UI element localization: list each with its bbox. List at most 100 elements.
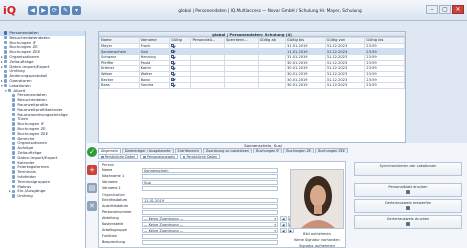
add-icon[interactable]: + [87, 165, 97, 175]
folder-icon [12, 112, 16, 117]
table-row[interactable]: Beas Sandra 30.01.2019 31.12.2023 23:59 [99, 81, 405, 89]
print-icon[interactable]: ▤ [87, 183, 97, 193]
folder-icon [4, 74, 8, 78]
checkbox-icon[interactable] [171, 49, 175, 53]
checkbox-icon[interactable] [171, 72, 175, 76]
text-field[interactable]: Sonnenschein [142, 168, 278, 173]
select-field[interactable]: — Keine Zuordnung — [142, 222, 278, 227]
tab[interactable]: Buchungen ZEE [315, 148, 348, 153]
field-label: Vorname 1 [102, 186, 121, 190]
printer-icon [406, 206, 410, 210]
tab[interactable]: Buchungen ZE [283, 148, 315, 153]
text-field[interactable] [142, 240, 278, 245]
lookup-arrow-icon[interactable]: ◀ [280, 228, 287, 233]
print-personal-sheet-button[interactable]: Personalblatt drucken [354, 183, 462, 197]
checkbox-icon[interactable] [171, 44, 175, 48]
back-icon[interactable]: ◀ [28, 6, 37, 15]
folder-icon [4, 36, 8, 40]
folder-icon [12, 132, 16, 136]
checkbox-icon[interactable] [171, 55, 175, 59]
folder-icon [4, 45, 8, 50]
window-title: global | Personendaten | IQ.Multiaccess … [178, 8, 362, 13]
tab[interactable]: Buchungen IF [253, 148, 283, 153]
sync-locations-button[interactable]: Synchronisieren der Lokationen [354, 162, 462, 176]
quick-access-toolbar: ◀ ▶ ⟳ ✎ ▾ [28, 6, 81, 15]
folder-icon [12, 175, 16, 179]
text-field[interactable] [142, 204, 278, 209]
text-field[interactable]: Susi [142, 180, 278, 185]
folder-icon [12, 160, 16, 165]
form-row: Kostenstelle — Keine Zuordnung — [102, 222, 278, 227]
dropdown-icon[interactable]: ▾ [72, 6, 81, 15]
form-row: Name Sonnenschein [102, 168, 278, 173]
delete-icon[interactable]: ✕ [87, 201, 97, 211]
tree-item[interactable]: Umfang [0, 193, 85, 199]
subtab[interactable]: Personalausweis [140, 154, 178, 159]
detail-panel: ✓ + ▤ ✕ Sonnenschein, Susi Allgemein Date… [86, 143, 467, 248]
form-row: Austrittsdatum [102, 204, 278, 209]
folder-icon [12, 93, 16, 98]
checkbox-icon[interactable] [171, 60, 175, 64]
form-row: Nachname 1 [102, 174, 278, 179]
table-cell: Sandra [138, 81, 171, 89]
maximize-button[interactable]: ▢ [439, 5, 451, 14]
folder-icon [12, 117, 16, 122]
field-label: Personalnummer [102, 210, 132, 214]
checkbox-icon[interactable] [171, 83, 175, 87]
folder-icon [12, 141, 16, 146]
checkbox-icon[interactable] [171, 77, 175, 81]
folder-icon [4, 55, 8, 59]
text-field[interactable] [142, 174, 278, 179]
close-button[interactable]: ✕ [452, 5, 464, 14]
folder-icon [4, 60, 8, 64]
folder-icon [4, 79, 8, 83]
tab[interactable]: Datenträger / Ausgabeorte [121, 148, 174, 153]
subtab[interactable]: Persönliche Daten [179, 154, 221, 159]
print-id-card-button[interactable]: Gerlertausweis drucken [354, 215, 462, 229]
person-photo[interactable] [290, 169, 344, 229]
select-field[interactable]: — Keine Zuordnung — [142, 216, 278, 221]
save-icon[interactable]: ✓ [87, 147, 97, 157]
valid-checkbox [169, 81, 192, 89]
text-field[interactable] [142, 210, 278, 215]
folder-icon [4, 31, 8, 35]
form-row: Vorname Susi [102, 180, 278, 185]
subtab[interactable]: Persönliche Daten [98, 154, 139, 159]
signature-caption: Keine Signatur vorhanden [294, 238, 340, 242]
signature-button[interactable]: Signatur aufnehmen [290, 244, 344, 248]
refresh-icon[interactable]: ⟳ [50, 6, 59, 15]
action-bar: ✓ + ▤ ✕ [86, 143, 98, 248]
table-cell: 31.12.2023 [324, 81, 366, 89]
tab[interactable]: Allgemein [98, 148, 121, 153]
text-field[interactable] [142, 234, 278, 239]
photo-caption[interactable]: Bild aufnehmen [290, 232, 344, 236]
field-label: Besprechung [102, 240, 125, 244]
form-row: Eintrittsdatum 11.01.2019 [102, 198, 278, 203]
folder-icon [12, 127, 16, 131]
folder-icon [12, 170, 16, 174]
tab[interactable]: Zuordnung zu Lokationen [202, 148, 253, 153]
text-field[interactable]: 11.01.2019 [142, 198, 278, 203]
edit-icon[interactable]: ✎ [61, 6, 70, 15]
table-cell: 30.01.2019 [285, 81, 326, 89]
form-row: Besprechung [102, 240, 278, 245]
forward-icon[interactable]: ▶ [39, 6, 48, 15]
lookup-arrow-icon[interactable]: ◀ [280, 216, 287, 221]
detail-tabs: Allgemein Datenträger / Ausgabeorte Zutrit… [98, 148, 348, 153]
table-cell [190, 81, 226, 89]
form-row: Funktion [102, 234, 278, 239]
select-field[interactable]: — Keine Zuordnung — [142, 228, 278, 233]
title-bar: iQ ◀ ▶ ⟳ ✎ ▾ global | Personendaten | IQ.Mul… [0, 0, 467, 21]
text-field[interactable] [142, 186, 278, 191]
minimize-button[interactable]: – [426, 5, 438, 14]
person-form: Person Name Sonnenschein Nachname 1 Vorname… [98, 161, 346, 248]
folder-icon [12, 136, 16, 141]
design-id-card-button[interactable]: Gerlertausweis entwerfen [354, 199, 462, 213]
folder-icon [4, 64, 8, 69]
button-label: Synchronisieren der Lokationen [379, 164, 437, 168]
checkbox-icon[interactable] [171, 66, 175, 70]
lookup-arrow-icon[interactable]: ◀ [280, 222, 287, 227]
folder-icon [12, 122, 16, 126]
folder-icon [12, 151, 16, 155]
tab[interactable]: Zutrittsrecht [174, 148, 202, 153]
